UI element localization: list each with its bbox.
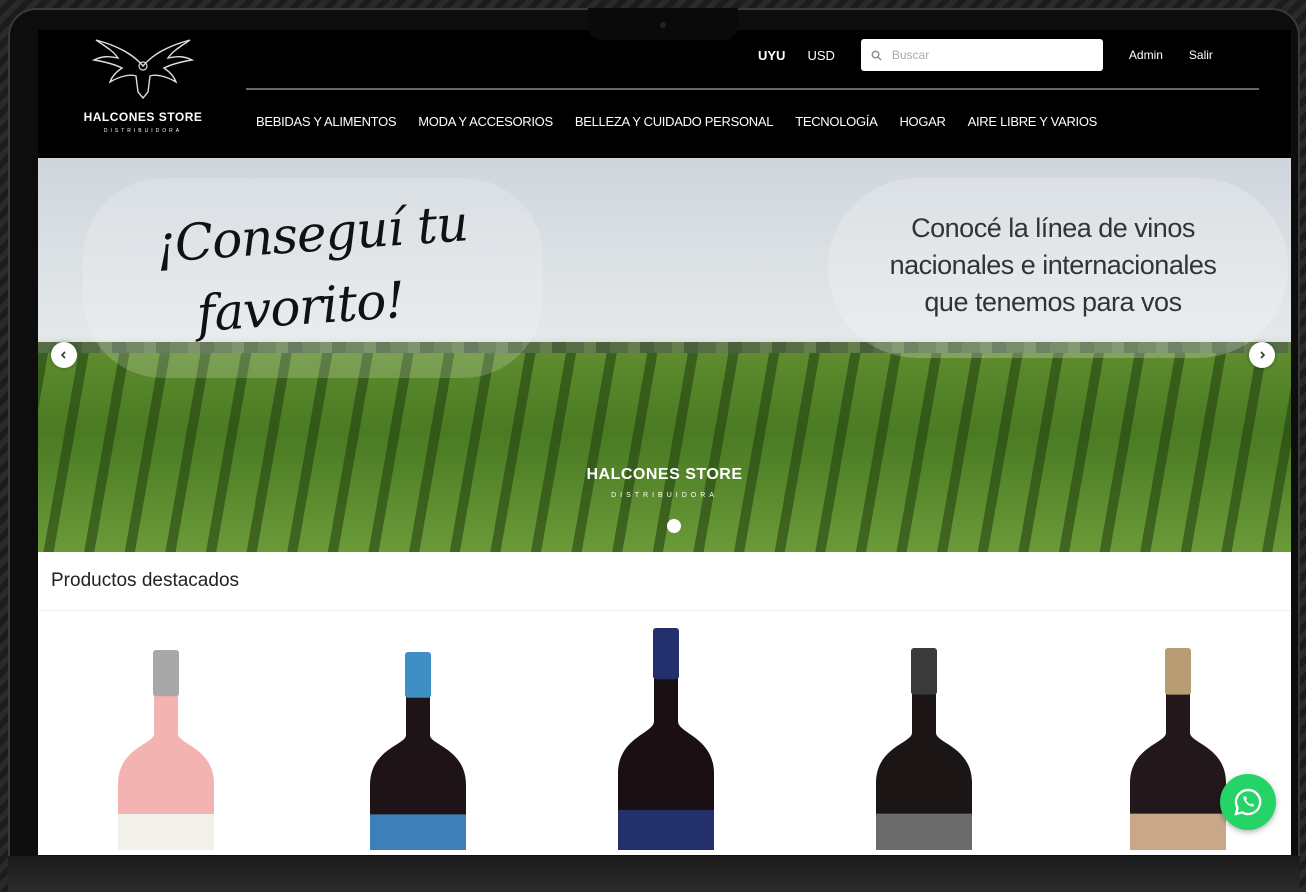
nav-item-aire-libre[interactable]: AIRE LIBRE Y VARIOS xyxy=(968,114,1098,129)
laptop-bezel-bottom xyxy=(8,856,1300,892)
chevron-right-icon xyxy=(1260,351,1266,359)
hero-carousel: ¡Conseguí tu favorito! Conocé la línea d… xyxy=(38,158,1291,552)
currency-uyu[interactable]: UYU xyxy=(758,48,785,63)
search-input[interactable] xyxy=(889,47,1093,63)
browser-viewport: HALCONES STORE DISTRIBUIDORA UYU USD Adm… xyxy=(38,30,1291,855)
wine-bottle-image xyxy=(618,628,714,850)
product-card[interactable] xyxy=(616,628,716,855)
top-bar: UYU USD Admin Salir xyxy=(758,38,1213,72)
chevron-left-icon xyxy=(60,351,66,359)
search-icon xyxy=(871,50,882,61)
brand-logo[interactable]: HALCONES STORE DISTRIBUIDORA xyxy=(68,36,218,148)
hero-tagline-line2: nacionales e internacionales xyxy=(889,250,1217,280)
currency-usd[interactable]: USD xyxy=(807,48,834,63)
section-divider xyxy=(38,610,1291,611)
hero-brand: HALCONES STORE DISTRIBUIDORA xyxy=(38,466,1291,499)
whatsapp-icon xyxy=(1234,788,1262,816)
search-box[interactable] xyxy=(860,39,1103,71)
product-card[interactable] xyxy=(874,648,974,855)
header-divider xyxy=(246,88,1259,90)
nav-item-hogar[interactable]: HOGAR xyxy=(899,114,945,129)
admin-link[interactable]: Admin xyxy=(1129,48,1163,62)
carousel-prev-button[interactable] xyxy=(51,342,77,368)
hero-brand-subtitle: DISTRIBUIDORA xyxy=(611,492,718,499)
wine-bottle-image xyxy=(118,650,214,850)
carousel-next-button[interactable] xyxy=(1249,342,1275,368)
site-header: HALCONES STORE DISTRIBUIDORA UYU USD Adm… xyxy=(38,30,1291,158)
hero-tagline: Conocé la línea de vinos nacionales e in… xyxy=(858,210,1248,321)
product-card[interactable] xyxy=(116,650,216,855)
hawk-logo-icon xyxy=(91,39,195,100)
hero-brand-name: HALCONES STORE xyxy=(586,466,743,483)
brand-subtitle: DISTRIBUIDORA xyxy=(103,128,183,134)
laptop-frame: HALCONES STORE DISTRIBUIDORA UYU USD Adm… xyxy=(8,8,1300,892)
hero-headline: ¡Conseguí tu favorito! xyxy=(153,187,475,352)
nav-item-moda[interactable]: MODA Y ACCESORIOS xyxy=(418,114,553,129)
product-card[interactable] xyxy=(1128,648,1228,855)
carousel-indicator-dot[interactable] xyxy=(667,519,681,533)
whatsapp-button[interactable] xyxy=(1220,774,1276,830)
laptop-camera xyxy=(588,8,738,40)
category-nav: BEBIDAS Y ALIMENTOS MODA Y ACCESORIOS BE… xyxy=(256,114,1097,129)
featured-title: Productos destacados xyxy=(51,570,240,591)
hero-tagline-line1: Conocé la línea de vinos xyxy=(911,213,1195,243)
wine-bottle-image xyxy=(1130,648,1226,850)
nav-item-bebidas[interactable]: BEBIDAS Y ALIMENTOS xyxy=(256,114,397,129)
hero-headline-line1: ¡Conseguí tu xyxy=(153,194,470,274)
product-card[interactable] xyxy=(368,652,468,855)
logout-link[interactable]: Salir xyxy=(1189,48,1213,62)
hero-vineyard xyxy=(38,353,1291,552)
brand-name: HALCONES STORE xyxy=(83,110,203,124)
nav-item-belleza[interactable]: BELLEZA Y CUIDADO PERSONAL xyxy=(575,114,774,129)
wine-bottle-image xyxy=(370,652,466,850)
featured-products xyxy=(38,625,1291,855)
wine-bottle-image xyxy=(876,648,972,850)
nav-item-tecnologia[interactable]: TECNOLOGÍA xyxy=(795,114,878,129)
hero-tagline-line3: que tenemos para vos xyxy=(924,287,1182,317)
